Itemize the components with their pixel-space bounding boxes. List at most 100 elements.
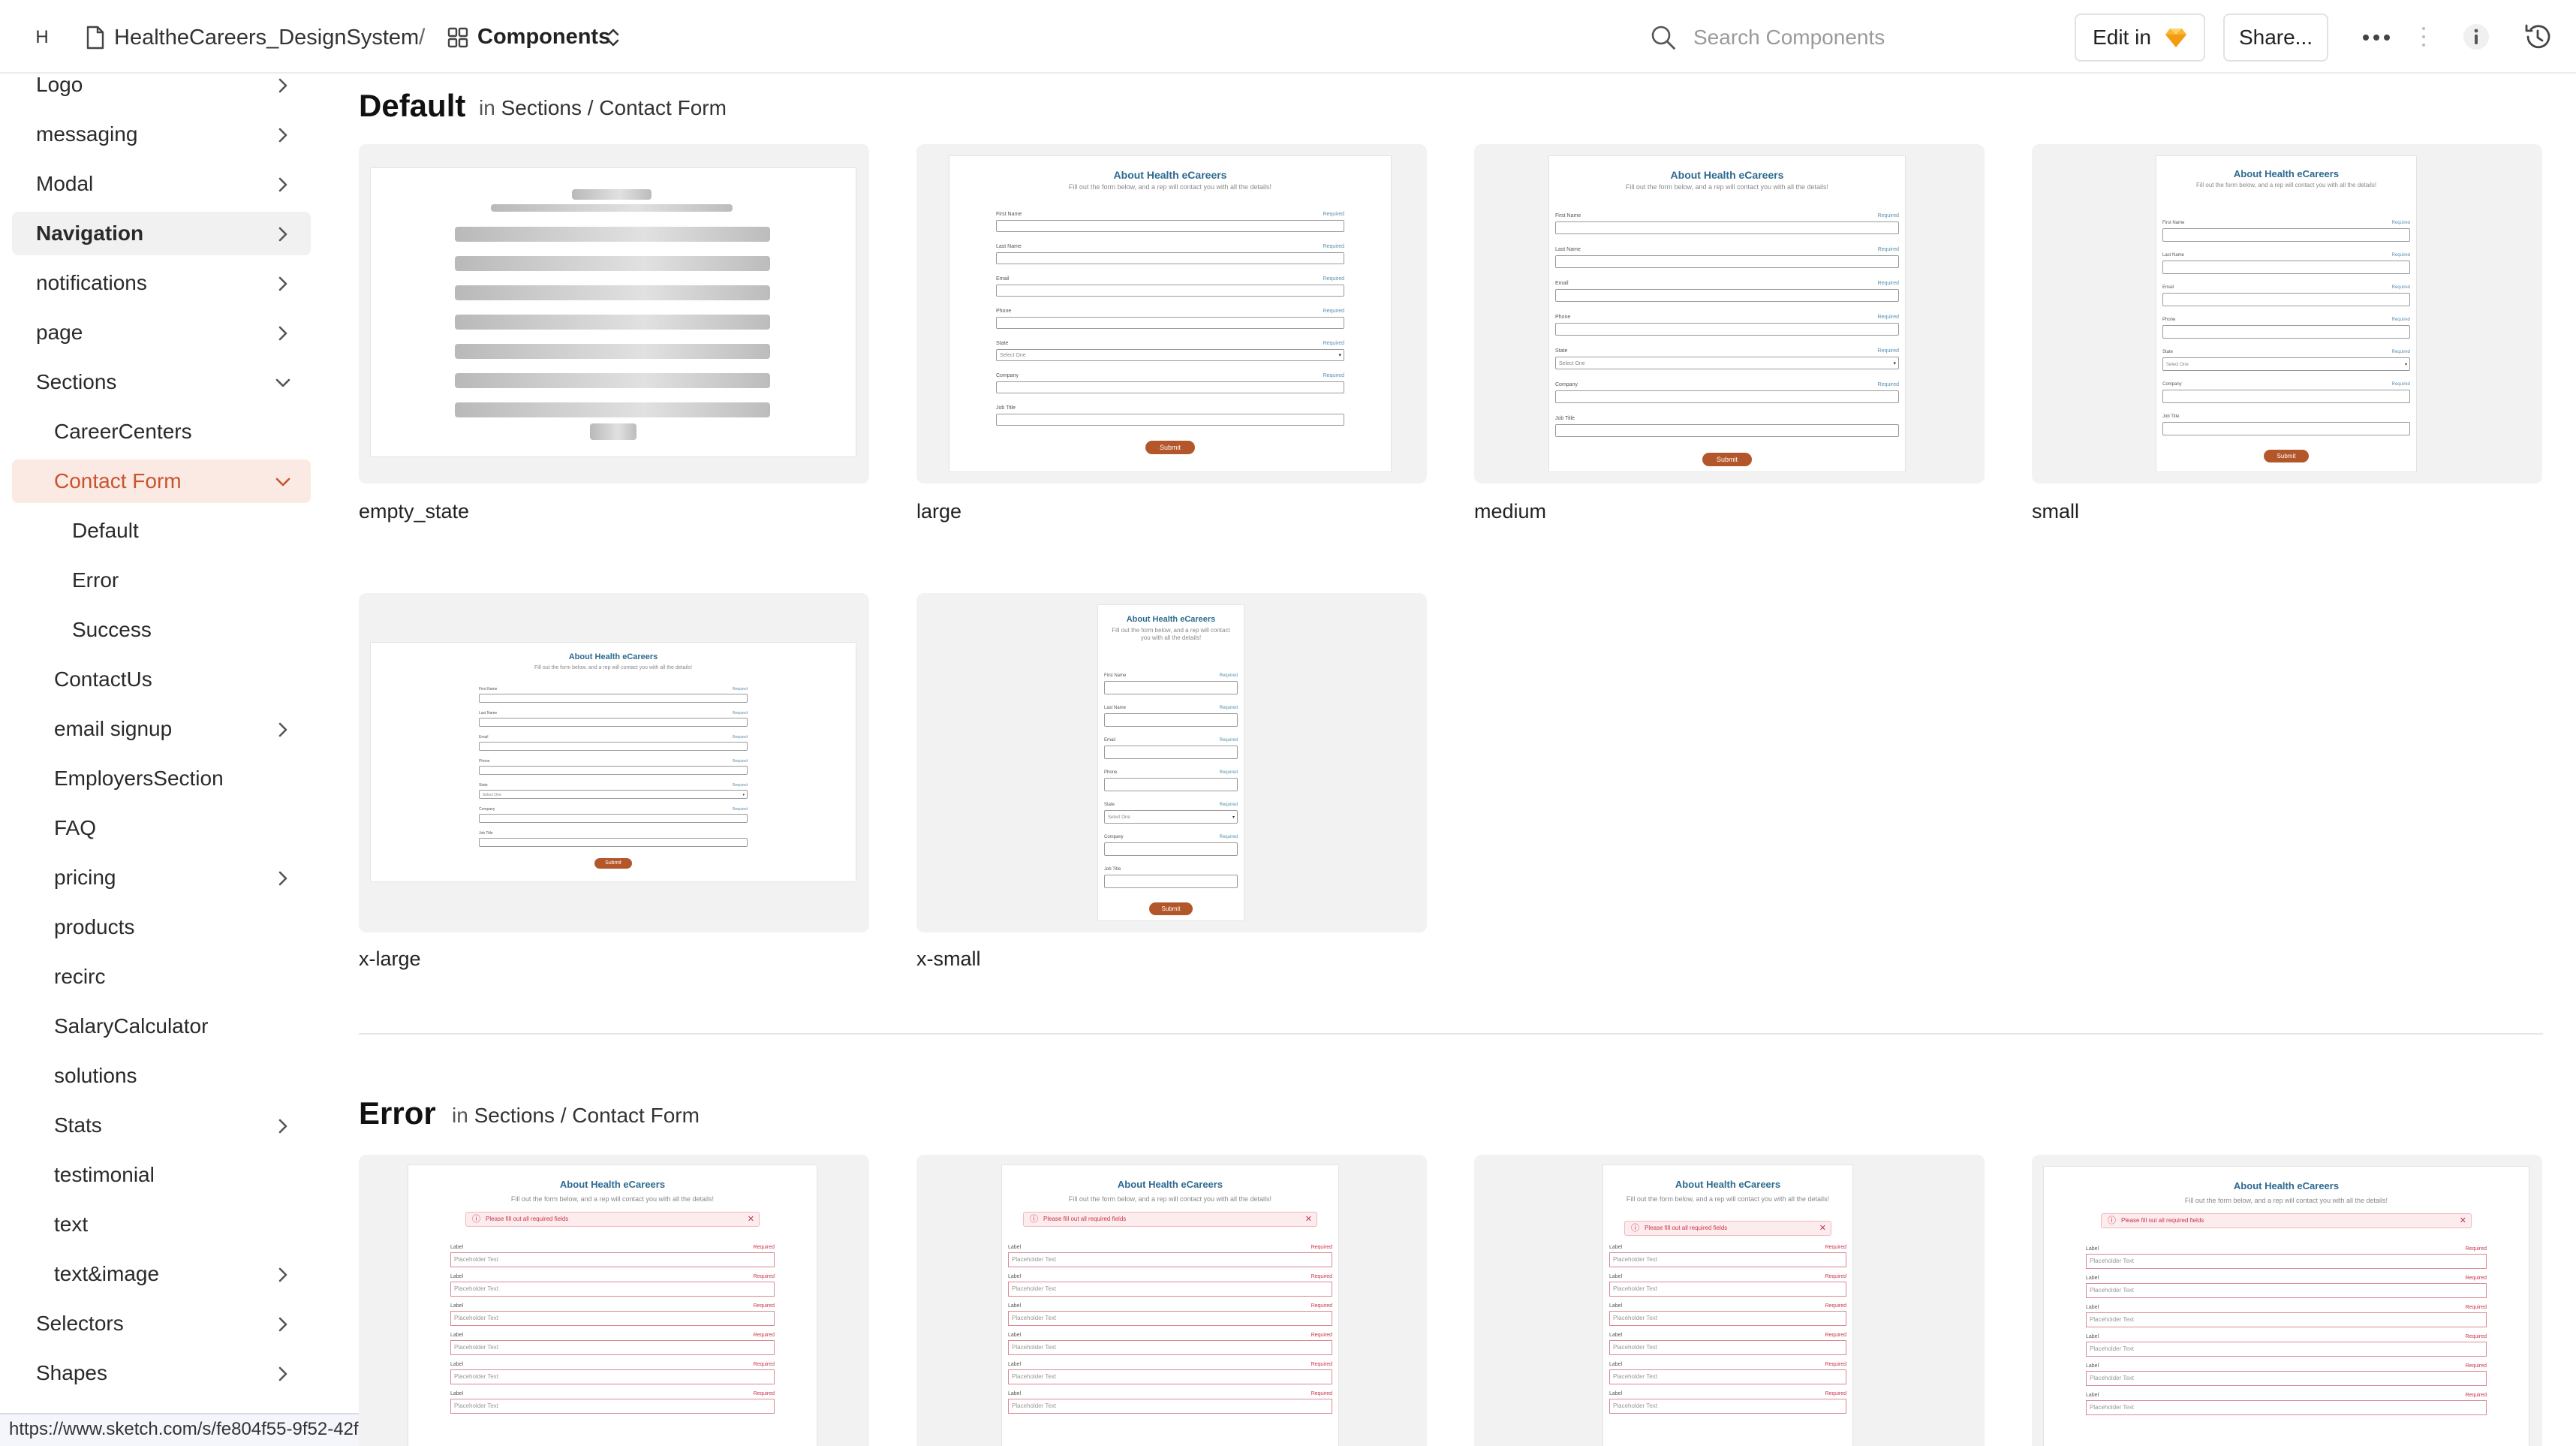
submit-button: Submit <box>1145 441 1195 455</box>
required-label: Required <box>1877 281 1899 287</box>
component-card-x-large[interactable]: About Health eCareers Fill out the form b… <box>359 593 869 932</box>
sidebar-item-error[interactable]: Error <box>12 559 311 602</box>
chevron-down-icon[interactable] <box>275 378 291 388</box>
sidebar-item-shapes[interactable]: Shapes <box>12 1351 311 1395</box>
edit-in-button[interactable]: Edit in <box>2075 14 2205 62</box>
history-icon[interactable] <box>2522 21 2553 53</box>
form-input <box>996 285 1344 297</box>
chevron-right-icon[interactable] <box>278 176 288 193</box>
form-field-label: Phone <box>479 758 490 764</box>
form-input <box>2162 389 2410 403</box>
form-input <box>1555 255 1899 269</box>
required-label: Required <box>1311 1245 1332 1250</box>
form-input-error: Placeholder Text <box>450 1282 775 1297</box>
form-input-error: Placeholder Text <box>1008 1252 1332 1267</box>
form-input <box>1104 842 1238 856</box>
sidebar-item-pricing[interactable]: pricing <box>12 856 311 899</box>
chevron-right-icon[interactable] <box>278 1366 288 1382</box>
form-input <box>1555 323 1899 336</box>
form-field-label: Email <box>2162 285 2174 290</box>
form-field-label: Company <box>1555 382 1578 388</box>
sidebar-item-messaging[interactable]: messaging <box>12 113 311 156</box>
form-input-error: Placeholder Text <box>2086 1283 2487 1298</box>
chevron-right-icon[interactable] <box>278 127 288 143</box>
sidebar-item-sections[interactable]: Sections <box>12 360 311 404</box>
chevron-right-icon[interactable] <box>278 1316 288 1333</box>
sidebar-item-faq[interactable]: FAQ <box>12 806 311 850</box>
workspace-avatar[interactable]: H <box>26 23 59 53</box>
sidebar-item-default[interactable]: Default <box>12 509 311 553</box>
form-field-label: Last Name <box>2162 252 2185 258</box>
component-card-empty-state[interactable] <box>359 144 869 484</box>
sidebar-item-email-signup[interactable]: email signup <box>12 707 311 751</box>
required-label: Required <box>1219 737 1238 743</box>
form-subtitle: Fill out the form below, and a rep will … <box>1626 1195 1830 1203</box>
sidebar-item-logo[interactable]: Logo <box>12 74 311 107</box>
section-path-link[interactable]: Sections / Contact Form <box>501 96 727 119</box>
sidebar-item-solutions[interactable]: solutions <box>12 1054 311 1098</box>
sidebar-item-label: recirc <box>54 965 106 988</box>
component-card-medium[interactable]: About Health eCareers Fill out the form b… <box>1474 144 1985 484</box>
required-label: Required <box>1825 1245 1846 1250</box>
sidebar-item-products[interactable]: products <box>12 905 311 949</box>
more-icon[interactable] <box>2361 29 2391 47</box>
form-input <box>1104 874 1238 888</box>
sidebar-item-label: email signup <box>54 717 173 740</box>
chevron-right-icon[interactable] <box>278 1267 288 1283</box>
chevron-right-icon[interactable] <box>278 325 288 342</box>
sidebar-item-success[interactable]: Success <box>12 608 311 652</box>
chevron-right-icon[interactable] <box>278 77 288 94</box>
search-input[interactable] <box>1693 21 2016 54</box>
required-label: Required <box>2391 381 2410 387</box>
form-field-label: Label <box>1609 1391 1623 1396</box>
sidebar-item-modal[interactable]: Modal <box>12 162 311 206</box>
document-name[interactable]: HealtheCareers_DesignSystem <box>114 24 419 51</box>
sidebar-item-navigation[interactable]: Navigation <box>12 212 311 255</box>
share-button[interactable]: Share... <box>2223 14 2328 62</box>
view-switcher[interactable]: Components <box>477 23 610 50</box>
sidebar-item-contactus[interactable]: ContactUs <box>12 658 311 701</box>
sidebar-item-recirc[interactable]: recirc <box>12 955 311 999</box>
form-field-label: Job Title <box>1555 416 1575 422</box>
component-card-large[interactable]: About Health eCareers Fill out the form b… <box>916 144 1427 484</box>
section-path-link[interactable]: Sections / Contact Form <box>474 1104 700 1127</box>
component-card-error-1[interactable]: About Health eCareers Fill out the form b… <box>359 1155 869 1446</box>
sketch-diamond-icon <box>2165 29 2186 47</box>
error-banner: Please fill out all required fields ⓘ ✕ <box>1624 1221 1831 1236</box>
chevron-right-icon[interactable] <box>278 1118 288 1134</box>
required-label: Required <box>1219 705 1238 710</box>
sidebar-item-page[interactable]: page <box>12 311 311 354</box>
form-title: About Health eCareers <box>1675 1179 1781 1190</box>
sidebar-item-careercenters[interactable]: CareerCenters <box>12 410 311 453</box>
x-large-form-thumbnail: About Health eCareers Fill out the form b… <box>371 643 856 881</box>
chevron-right-icon[interactable] <box>278 721 288 738</box>
sidebar-item-testimonial[interactable]: testimonial <box>12 1153 311 1197</box>
sidebar-item-salarycalculator[interactable]: SalaryCalculator <box>12 1005 311 1048</box>
sidebar-item-text-image[interactable]: text&image <box>12 1252 311 1296</box>
sidebar-item-contact-form[interactable]: Contact Form <box>12 459 311 503</box>
info-icon[interactable] <box>2462 23 2490 51</box>
skeleton-field-bar <box>455 315 770 330</box>
chevron-right-icon[interactable] <box>278 226 288 243</box>
component-card-x-small[interactable]: About Health eCareers Fill out the form b… <box>916 593 1427 932</box>
sidebar-item-selectors[interactable]: Selectors <box>12 1302 311 1345</box>
sidebar-item-notifications[interactable]: notifications <box>12 261 311 305</box>
sidebar-item-text[interactable]: text <box>12 1203 311 1246</box>
component-card-error-3[interactable]: About Health eCareers Fill out the form b… <box>1474 1155 1985 1446</box>
chevron-right-icon[interactable] <box>278 870 288 887</box>
form-input-error: Placeholder Text <box>2086 1254 2487 1269</box>
form-select: Select One ▾ <box>2162 357 2410 371</box>
sidebar-item-employerssection[interactable]: EmployersSection <box>12 757 311 800</box>
component-card-small[interactable]: About Health eCareers Fill out the form b… <box>2032 144 2542 484</box>
skeleton-field-bar <box>455 373 770 388</box>
chevron-updown-icon[interactable] <box>605 26 621 50</box>
form-subtitle: Fill out the form below, and a rep will … <box>1068 1195 1272 1203</box>
form-field-label: Job Title <box>479 830 493 836</box>
chevron-down-icon[interactable] <box>275 477 291 487</box>
chevron-right-icon[interactable] <box>278 276 288 292</box>
sidebar-item-stats[interactable]: Stats <box>12 1104 311 1147</box>
main-canvas: Default in Sections / Contact Form empty… <box>321 74 2576 1446</box>
component-card-error-2[interactable]: About Health eCareers Fill out the form b… <box>916 1155 1427 1446</box>
form-input <box>2162 260 2410 274</box>
component-card-error-4[interactable]: About Health eCareers Fill out the form b… <box>2032 1155 2542 1446</box>
